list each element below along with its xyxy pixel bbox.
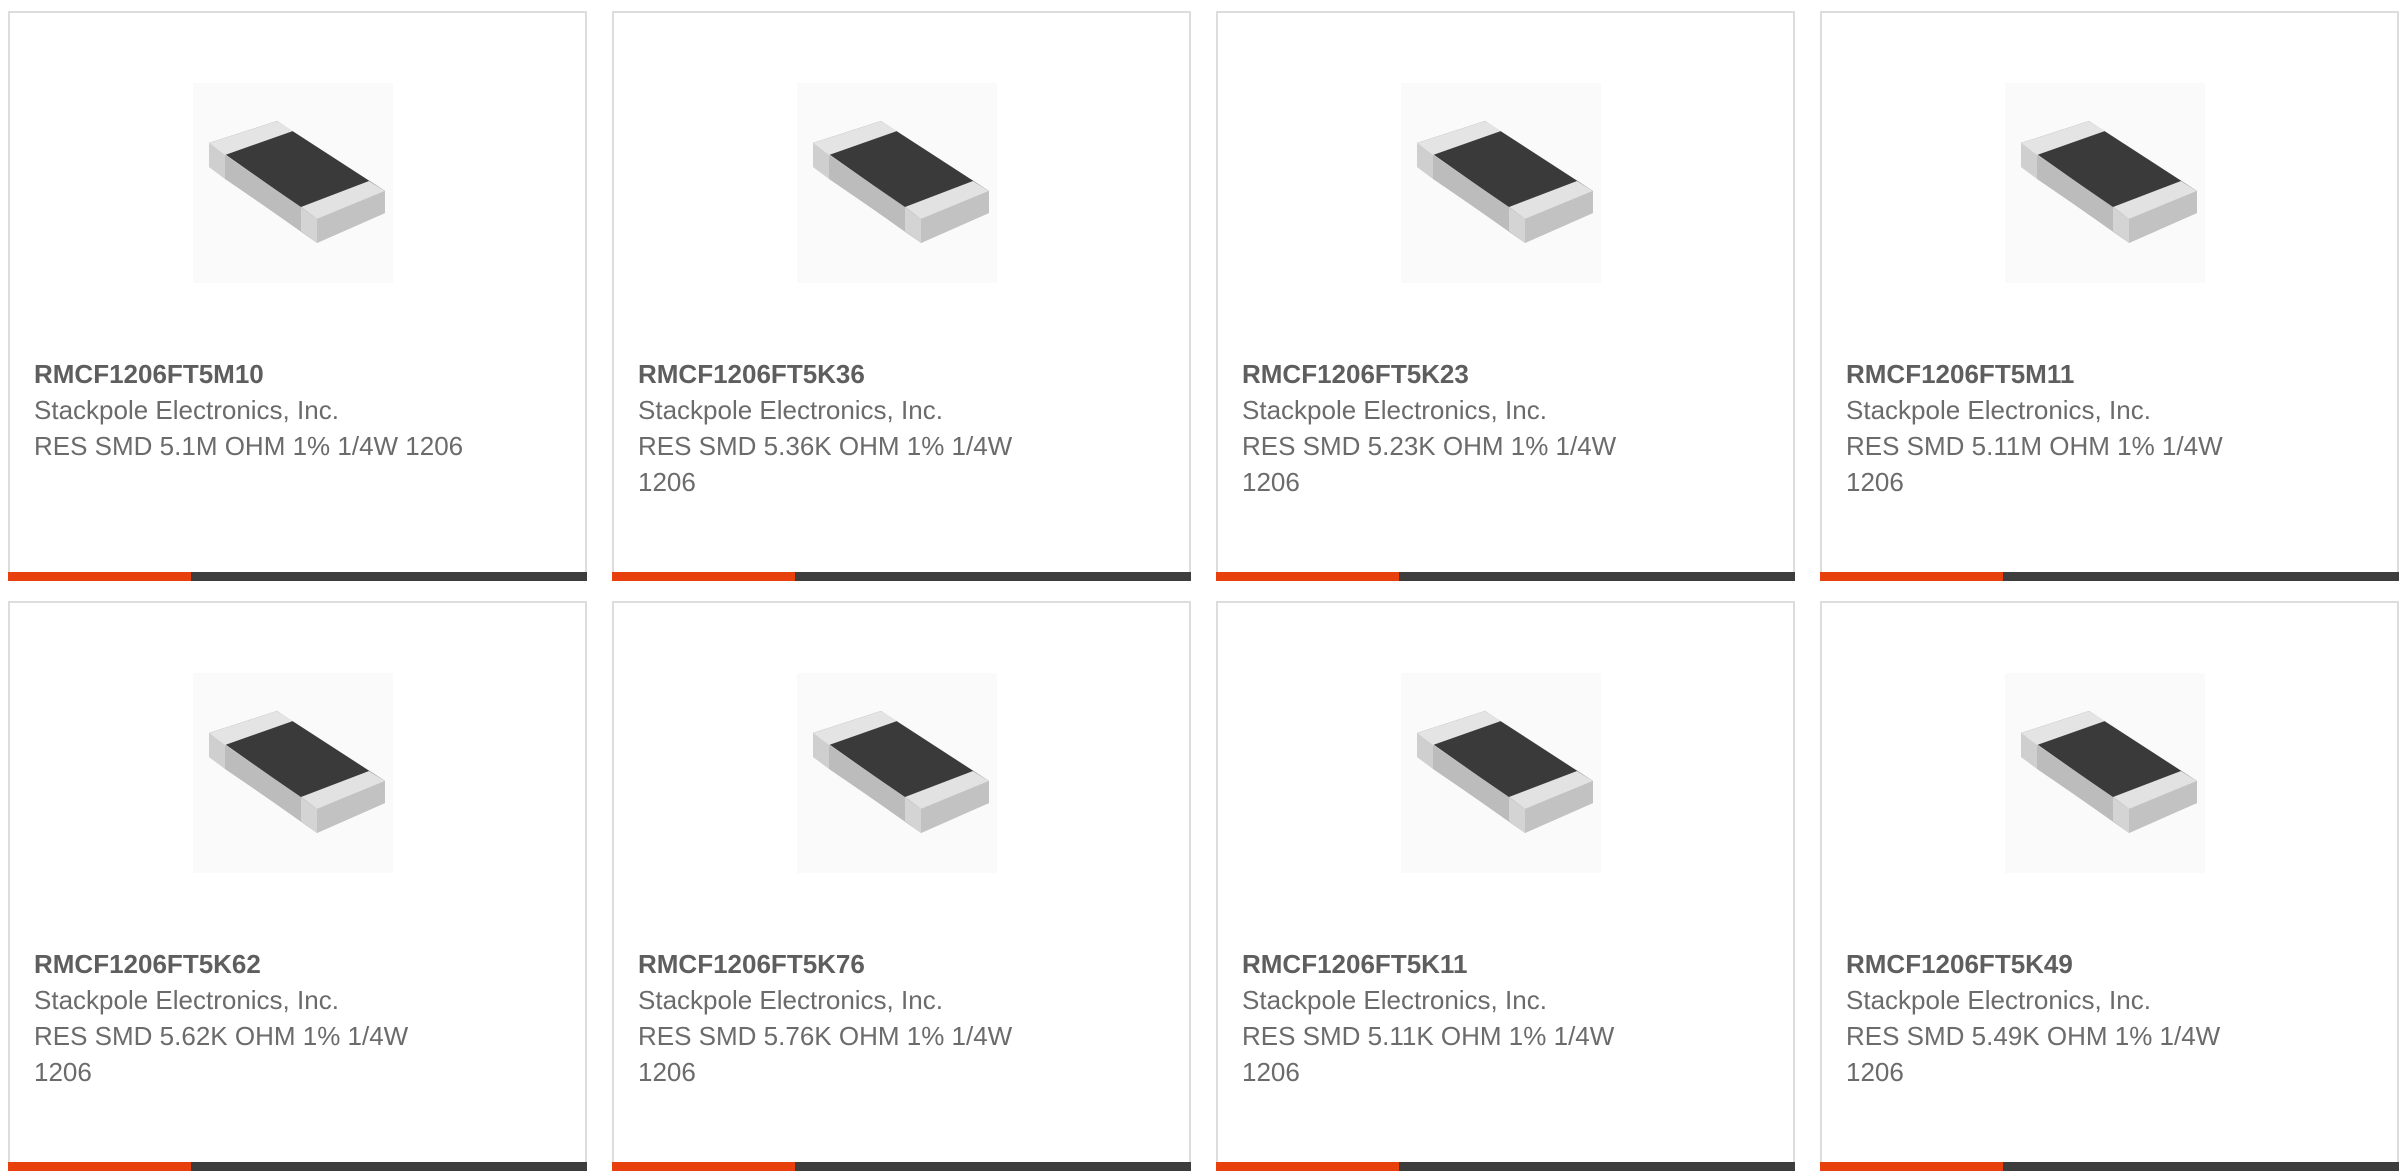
product-grid: RMCF1206FT5M10 Stackpole Electronics, In… xyxy=(8,11,2399,1171)
smd-resistor-image xyxy=(2021,711,2197,833)
card-accent-bar-fill xyxy=(612,572,795,581)
smd-resistor-image xyxy=(209,121,385,243)
product-card[interactable]: RMCF1206FT5K49 Stackpole Electronics, In… xyxy=(1820,601,2399,1171)
manufacturer-name: Stackpole Electronics, Inc. xyxy=(638,985,943,1015)
part-number-link[interactable]: RMCF1206FT5K76 xyxy=(638,946,1165,982)
product-image[interactable] xyxy=(193,83,393,283)
product-image[interactable] xyxy=(797,673,997,873)
product-description: RES SMD 5.23K OHM 1% 1/4W 1206 xyxy=(1242,431,1617,497)
product-card[interactable]: RMCF1206FT5M10 Stackpole Electronics, In… xyxy=(8,11,587,581)
card-accent-bar xyxy=(612,572,1191,581)
product-description: RES SMD 5.11M OHM 1% 1/4W 1206 xyxy=(1846,431,2223,497)
product-info: RMCF1206FT5K49 Stackpole Electronics, In… xyxy=(1846,946,2373,1090)
manufacturer-name: Stackpole Electronics, Inc. xyxy=(1846,395,2151,425)
product-card[interactable]: RMCF1206FT5K23 Stackpole Electronics, In… xyxy=(1216,11,1795,581)
smd-resistor-image xyxy=(209,711,385,833)
product-card[interactable]: RMCF1206FT5K76 Stackpole Electronics, In… xyxy=(612,601,1191,1171)
product-info: RMCF1206FT5K76 Stackpole Electronics, In… xyxy=(638,946,1165,1090)
card-accent-bar xyxy=(1216,572,1795,581)
card-accent-bar-fill xyxy=(8,572,191,581)
product-info: RMCF1206FT5M10 Stackpole Electronics, In… xyxy=(34,356,561,464)
card-accent-bar-fill xyxy=(1216,572,1399,581)
product-info: RMCF1206FT5M11 Stackpole Electronics, In… xyxy=(1846,356,2373,500)
product-description: RES SMD 5.49K OHM 1% 1/4W 1206 xyxy=(1846,1021,2221,1087)
manufacturer-name: Stackpole Electronics, Inc. xyxy=(1242,395,1547,425)
smd-resistor-image xyxy=(813,711,989,833)
product-image[interactable] xyxy=(1401,673,1601,873)
product-description: RES SMD 5.62K OHM 1% 1/4W 1206 xyxy=(34,1021,409,1087)
product-image[interactable] xyxy=(2005,673,2205,873)
product-card[interactable]: RMCF1206FT5M11 Stackpole Electronics, In… xyxy=(1820,11,2399,581)
part-number-link[interactable]: RMCF1206FT5K23 xyxy=(1242,356,1769,392)
product-description: RES SMD 5.36K OHM 1% 1/4W 1206 xyxy=(638,431,1013,497)
product-description: RES SMD 5.76K OHM 1% 1/4W 1206 xyxy=(638,1021,1013,1087)
smd-resistor-image xyxy=(1417,121,1593,243)
product-description: RES SMD 5.11K OHM 1% 1/4W 1206 xyxy=(1242,1021,1615,1087)
part-number-link[interactable]: RMCF1206FT5K11 xyxy=(1242,946,1769,982)
product-info: RMCF1206FT5K23 Stackpole Electronics, In… xyxy=(1242,356,1769,500)
part-number-link[interactable]: RMCF1206FT5M11 xyxy=(1846,356,2373,392)
part-number-link[interactable]: RMCF1206FT5M10 xyxy=(34,356,561,392)
product-info: RMCF1206FT5K62 Stackpole Electronics, In… xyxy=(34,946,561,1090)
product-image[interactable] xyxy=(1401,83,1601,283)
smd-resistor-image xyxy=(1417,711,1593,833)
product-info: RMCF1206FT5K11 Stackpole Electronics, In… xyxy=(1242,946,1769,1090)
product-card[interactable]: RMCF1206FT5K62 Stackpole Electronics, In… xyxy=(8,601,587,1171)
manufacturer-name: Stackpole Electronics, Inc. xyxy=(1242,985,1547,1015)
part-number-link[interactable]: RMCF1206FT5K49 xyxy=(1846,946,2373,982)
part-number-link[interactable]: RMCF1206FT5K62 xyxy=(34,946,561,982)
product-card[interactable]: RMCF1206FT5K11 Stackpole Electronics, In… xyxy=(1216,601,1795,1171)
smd-resistor-image xyxy=(813,121,989,243)
manufacturer-name: Stackpole Electronics, Inc. xyxy=(34,395,339,425)
part-number-link[interactable]: RMCF1206FT5K36 xyxy=(638,356,1165,392)
manufacturer-name: Stackpole Electronics, Inc. xyxy=(1846,985,2151,1015)
smd-resistor-image xyxy=(2021,121,2197,243)
product-image[interactable] xyxy=(2005,83,2205,283)
card-accent-bar-fill xyxy=(1820,572,2003,581)
product-image[interactable] xyxy=(193,673,393,873)
product-info: RMCF1206FT5K36 Stackpole Electronics, In… xyxy=(638,356,1165,500)
product-image[interactable] xyxy=(797,83,997,283)
product-description: RES SMD 5.1M OHM 1% 1/4W 1206 xyxy=(34,431,464,461)
manufacturer-name: Stackpole Electronics, Inc. xyxy=(34,985,339,1015)
card-accent-bar xyxy=(1820,572,2399,581)
product-card[interactable]: RMCF1206FT5K36 Stackpole Electronics, In… xyxy=(612,11,1191,581)
manufacturer-name: Stackpole Electronics, Inc. xyxy=(638,395,943,425)
card-accent-bar xyxy=(8,572,587,581)
